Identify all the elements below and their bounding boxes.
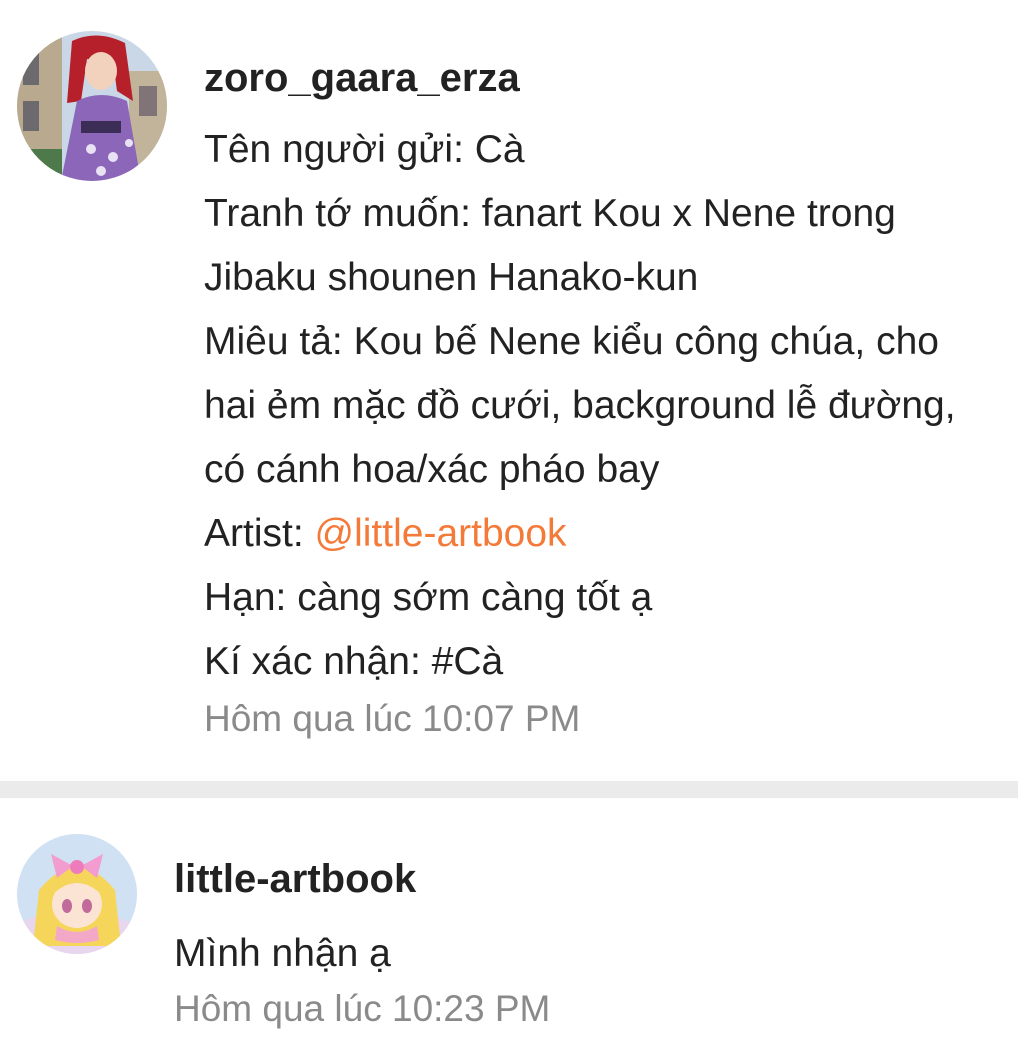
comment-divider [0,781,1018,798]
comment-line: Tên người gửi: Cà [204,128,525,171]
comment-line: Miêu tả: Kou bế Nene kiểu công chúa, cho [204,320,939,363]
comment-timestamp: Hôm qua lúc 10:23 PM [174,988,551,1029]
comment-username[interactable]: zoro_gaara_erza [204,54,520,102]
comment-body: Mình nhận ạ [174,932,391,975]
comment-username[interactable]: little-artbook [174,855,416,903]
comment-line: Tranh tớ muốn: fanart Kou x Nene trong [204,192,896,235]
artist-label: Artist: [204,512,315,555]
mention-link[interactable]: @little-artbook [315,512,567,555]
comment-line-artist: Artist: @little-artbook [204,502,1014,566]
comment-line: hai ẻm mặc đồ cưới, background lễ đường, [204,384,956,427]
comment-line: Jibaku shounen Hanako-kun [204,256,699,299]
comment-timestamp: Hôm qua lúc 10:07 PM [204,698,581,739]
user-avatar[interactable] [17,834,137,954]
comment-line: có cánh hoa/xác pháo bay [204,448,660,491]
user-avatar[interactable] [17,31,167,181]
anime-girl-avatar-icon [17,834,137,954]
comment-item: zoro_gaara_erza Tên người gửi: Cà Tranh … [0,0,1018,780]
erza-avatar-icon [17,31,167,181]
comment-body: Tên người gửi: Cà Tranh tớ muốn: fanart … [204,118,1014,694]
comment-line: Hạn: càng sớm càng tốt ạ [204,576,653,619]
comment-line: Kí xác nhận: #Cà [204,640,504,683]
